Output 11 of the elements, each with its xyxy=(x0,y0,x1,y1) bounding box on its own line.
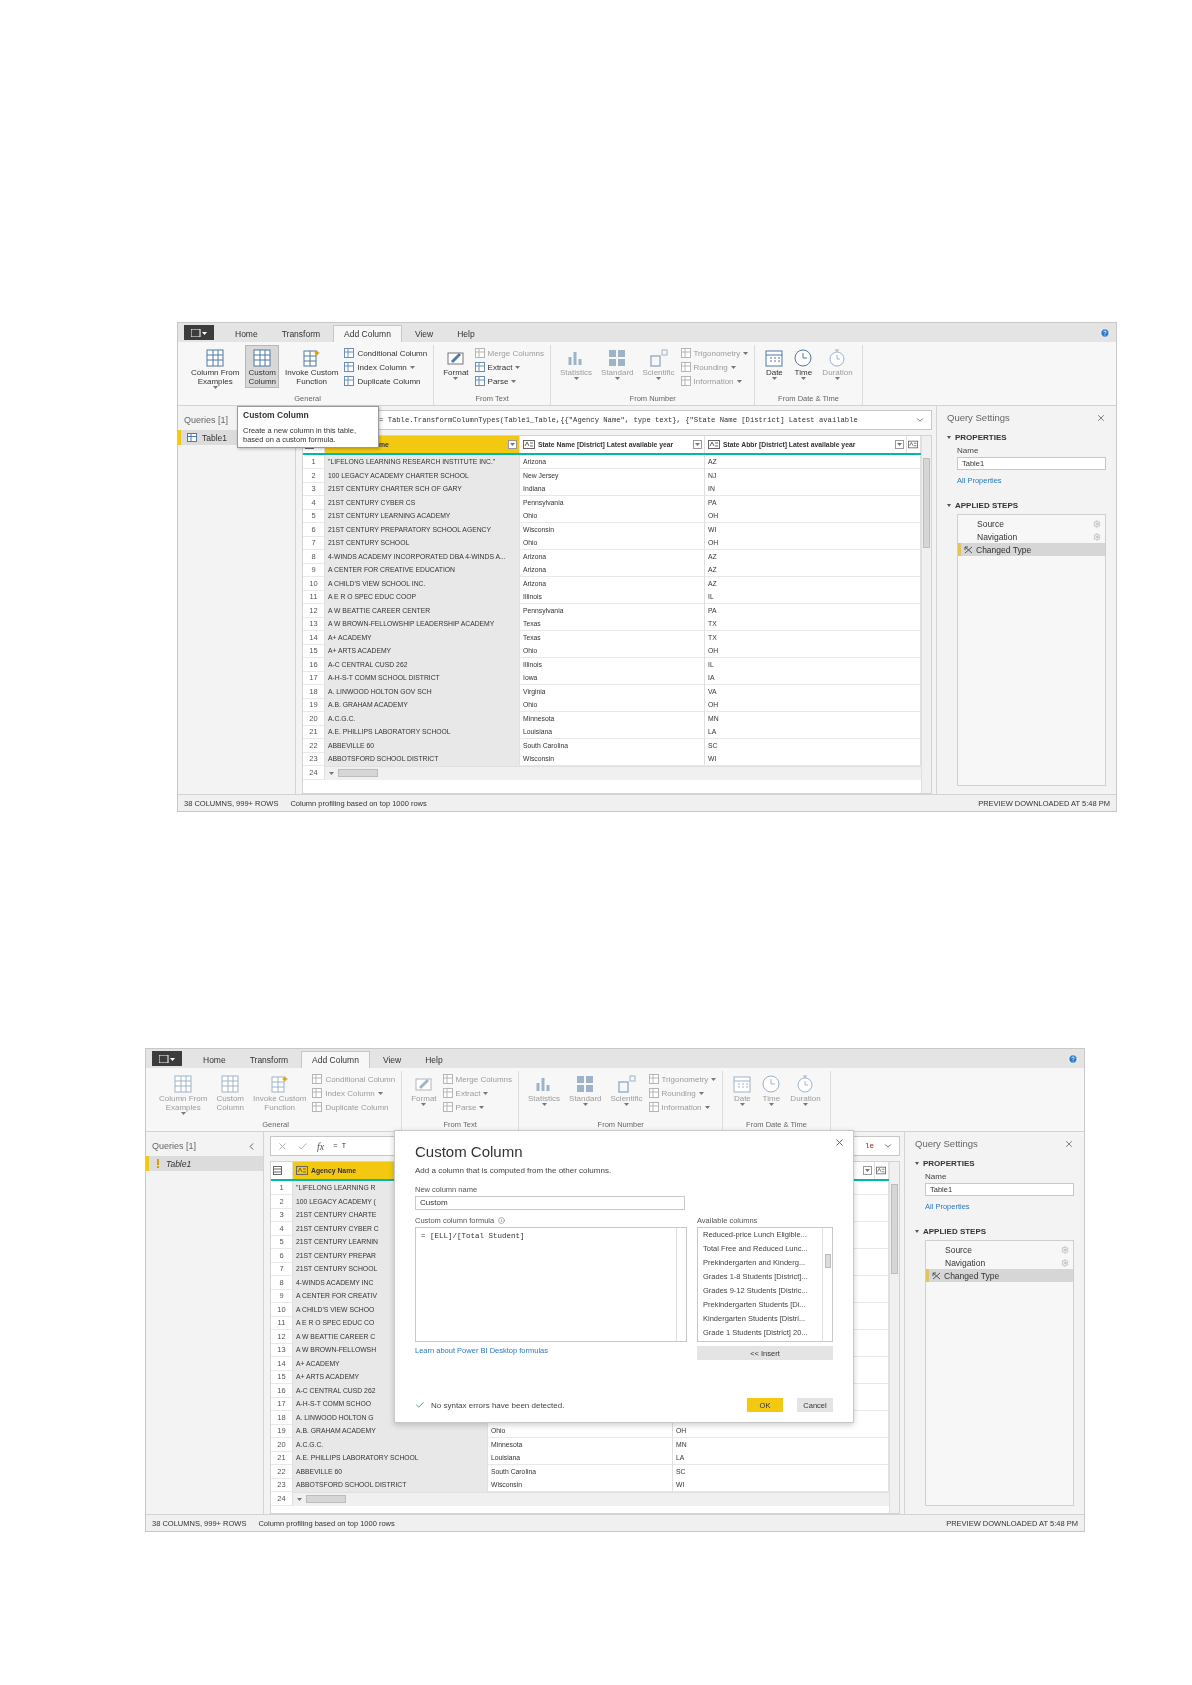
section-heading: APPLIED STEPS xyxy=(955,501,1019,510)
panel-title: Query Settings xyxy=(915,1138,978,1149)
section-heading: PROPERTIES xyxy=(955,433,1007,442)
queries-title: Queries [1] xyxy=(152,1141,197,1151)
section-heading: PROPERTIES xyxy=(923,1159,975,1168)
panel-title: Query Settings xyxy=(947,412,1010,423)
field-label: Name xyxy=(925,1172,948,1181)
section-heading: APPLIED STEPS xyxy=(923,1227,987,1236)
queries-title: Queries [1] xyxy=(184,415,229,425)
field-label: Name xyxy=(957,446,980,455)
dialog-title: Custom Column xyxy=(415,1143,524,1160)
